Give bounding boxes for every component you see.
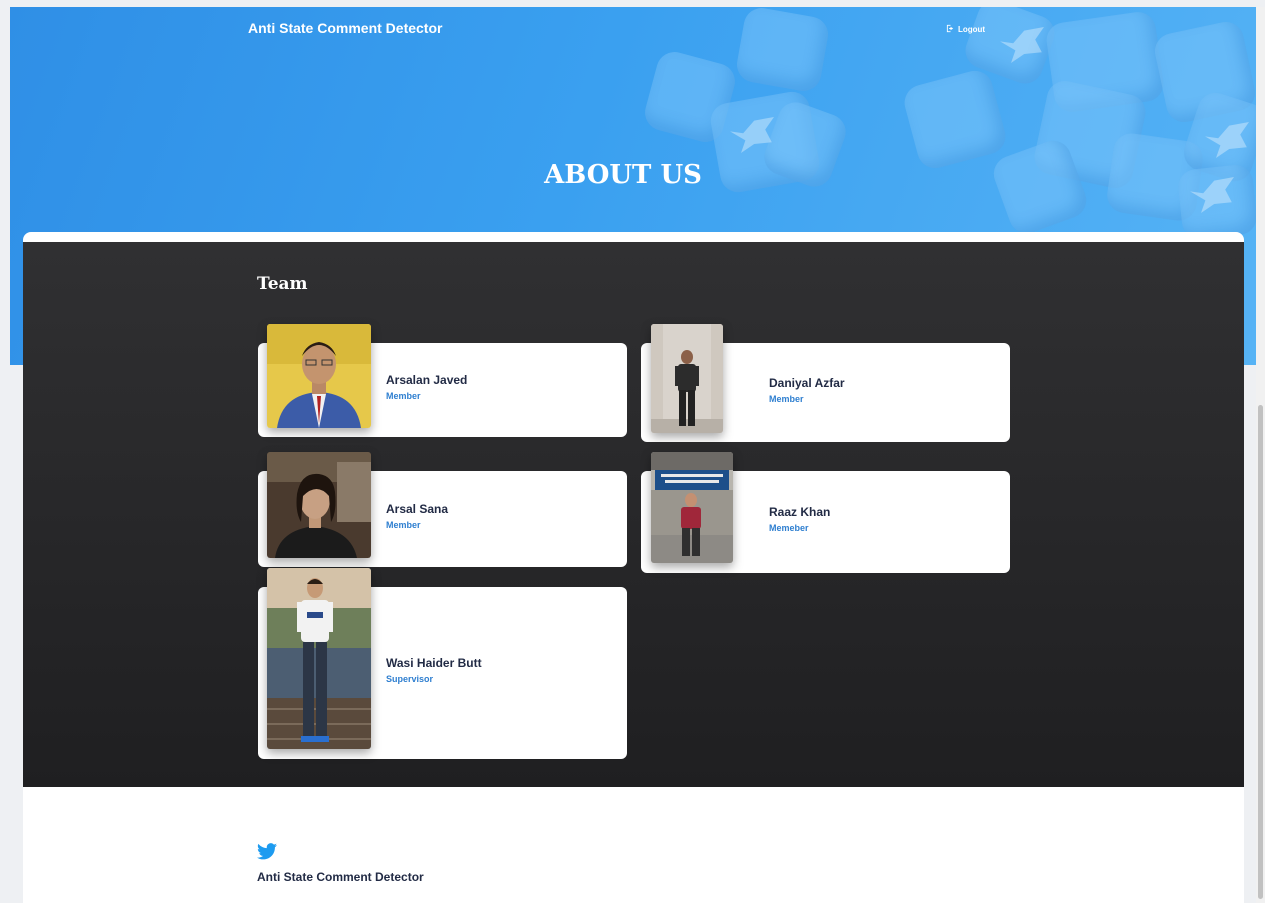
page-title: ABOUT US	[544, 160, 702, 190]
team-panel	[23, 242, 1244, 787]
twitter-icon[interactable]	[257, 843, 277, 860]
footer	[23, 787, 1244, 903]
member-name: Arsal Sana	[386, 502, 449, 516]
member-name: Wasi Haider Butt	[386, 656, 482, 670]
member-role: Memeber	[769, 523, 809, 533]
logout-label: Logout	[958, 25, 986, 34]
member-photo	[651, 452, 733, 563]
scrollbar-thumb[interactable]	[1258, 405, 1263, 899]
member-photo	[267, 568, 371, 749]
logout-button[interactable]: Logout	[946, 24, 985, 35]
logout-icon	[946, 24, 955, 35]
member-name: Arsalan Javed	[386, 373, 468, 387]
member-photo	[267, 324, 371, 428]
member-role: Member	[769, 394, 804, 404]
member-name: Daniyal Azfar	[769, 376, 845, 390]
footer-brand: Anti State Comment Detector	[257, 870, 424, 884]
brand-title[interactable]: Anti State Comment Detector	[248, 20, 442, 36]
member-name: Raaz Khan	[769, 505, 831, 519]
member-role: Member	[386, 520, 421, 530]
member-role: Member	[386, 391, 421, 401]
member-photo	[267, 452, 371, 558]
team-heading: Team	[257, 274, 308, 294]
member-role: Supervisor	[386, 674, 434, 684]
member-photo	[651, 324, 723, 433]
